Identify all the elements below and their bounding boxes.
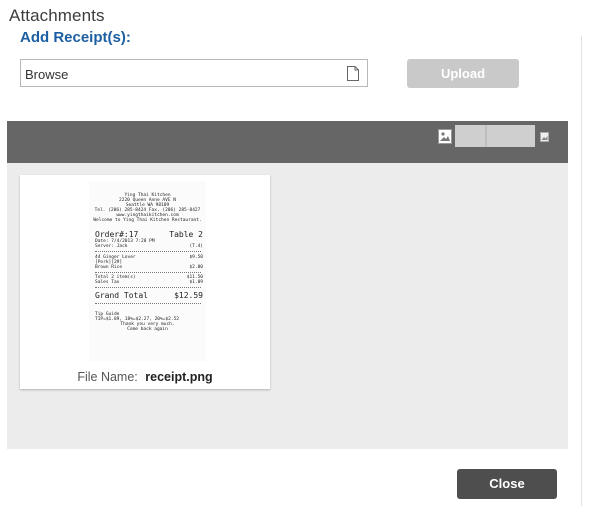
receipt-item-price: $2.00 [189,265,203,270]
attachment-viewer: Ying Thai Kitchen 2220 Queen Anne AVE N … [7,121,568,449]
receipt-line: Welcome to Ying Thai Kitchen Restaurant. [93,218,202,223]
receipt-divider [95,251,201,252]
receipt-grand-total-value: $12.59 [174,291,203,300]
receipt-divider [95,287,201,288]
upload-button[interactable]: Upload [407,59,519,88]
file-icon [347,66,359,81]
file-name-value: receipt.png [145,370,213,384]
page-title: Attachments [9,6,105,25]
receipt-line: $1.09 [189,280,203,285]
file-name-row: File Name: receipt.png [20,370,270,384]
image-icon[interactable] [438,129,452,144]
receipt-line: (T.4) [189,244,203,249]
file-name-label: File Name: [77,370,138,384]
receipt-table: Table 2 [169,230,203,239]
viewer-toolbar [7,121,568,163]
receipt-divider [95,303,201,304]
dialog-right-border [581,36,582,506]
browse-file-input[interactable]: Browse [20,59,368,87]
zoom-slider[interactable] [455,125,535,147]
close-button[interactable]: Close [457,469,557,499]
receipt-image: Ying Thai Kitchen 2220 Queen Anne AVE N … [89,181,206,361]
zoom-slider-handle[interactable] [485,125,487,147]
browse-label: Browse [25,67,69,82]
receipt-divider [95,272,201,273]
image-small-icon[interactable] [540,132,549,142]
receipt-line: Come back again [127,327,168,332]
attachment-thumbnail[interactable]: Ying Thai Kitchen 2220 Queen Anne AVE N … [20,175,270,389]
add-receipts-label: Add Receipt(s): [20,29,131,46]
